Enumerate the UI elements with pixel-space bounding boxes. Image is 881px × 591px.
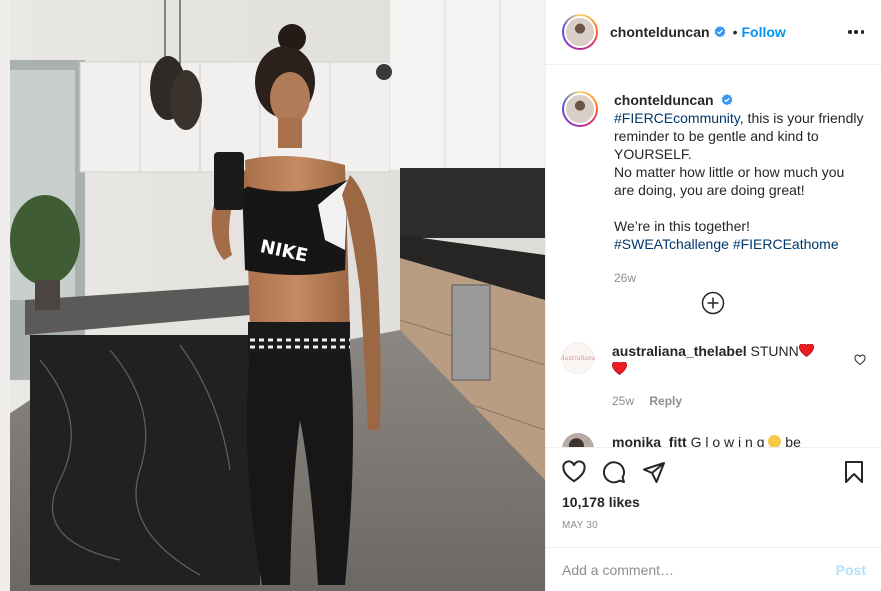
heart-eyes-emoji-icon bbox=[768, 435, 782, 447]
separator-dot: • bbox=[732, 24, 738, 40]
hashtag-fierceathome[interactable]: #FIERCEathome bbox=[733, 236, 839, 252]
bookmark-icon[interactable] bbox=[842, 460, 866, 484]
heart-icon[interactable] bbox=[562, 460, 586, 484]
caption-line-3: We’re in this together! bbox=[614, 218, 750, 234]
like-count[interactable]: 10,178 likes bbox=[562, 494, 640, 510]
comment-icon[interactable] bbox=[602, 460, 626, 484]
comments-section[interactable]: chontelduncan #FIERCEcommunity, this is … bbox=[546, 65, 881, 447]
post-actions: 10,178 likes MAY 30 bbox=[546, 447, 881, 547]
comment-text: G l o w i n g bbox=[690, 434, 765, 447]
commenter-avatar[interactable] bbox=[562, 433, 594, 447]
caption-verified-icon bbox=[722, 94, 733, 106]
comment-text-suffix: be bbox=[785, 434, 801, 447]
comment-body: australiana_thelabel STUNN 25w Reply bbox=[612, 342, 832, 410]
commenter-username[interactable]: monika_fitt bbox=[612, 434, 687, 447]
caption-avatar[interactable] bbox=[564, 93, 596, 125]
verified-badge-icon bbox=[714, 26, 725, 38]
post-photo[interactable]: NIKE bbox=[0, 0, 545, 591]
comment-timestamp[interactable]: 25w bbox=[612, 394, 634, 408]
caption-timestamp[interactable]: 26w bbox=[614, 269, 864, 287]
add-comment-input[interactable] bbox=[562, 561, 836, 578]
caption-username[interactable]: chontelduncan bbox=[614, 92, 714, 108]
more-options-icon[interactable] bbox=[848, 24, 864, 40]
commenter-avatar[interactable]: Australiana bbox=[561, 342, 596, 374]
comment-text: STUNN bbox=[750, 343, 799, 359]
author-username[interactable]: chontelduncan bbox=[610, 24, 710, 40]
hashtag-fiercecommunity[interactable]: #FIERCEcommunity bbox=[614, 110, 740, 126]
comment-body: monika_fitt G l o w i n g be bbox=[612, 433, 801, 447]
author-avatar[interactable] bbox=[564, 16, 596, 48]
hashtag-sweatchallenge[interactable]: #SWEATchallenge bbox=[614, 236, 729, 252]
comment-like-heart-icon[interactable] bbox=[854, 354, 866, 366]
post-caption: chontelduncan #FIERCEcommunity, this is … bbox=[562, 91, 866, 287]
comment-item: Australiana australiana_thelabel STUNN 2… bbox=[561, 342, 866, 410]
follow-button[interactable]: Follow bbox=[741, 24, 785, 40]
action-icons bbox=[562, 460, 666, 484]
caption-text: chontelduncan #FIERCEcommunity, this is … bbox=[614, 91, 864, 287]
commenter-username[interactable]: australiana_thelabel bbox=[612, 343, 747, 359]
post-date[interactable]: MAY 30 bbox=[562, 520, 598, 531]
caption-line-2: No matter how little or how much you are… bbox=[614, 164, 845, 198]
red-heart-emoji-icon bbox=[612, 362, 627, 375]
post-header: chontelduncan • Follow bbox=[546, 0, 881, 65]
plus-circle-icon[interactable] bbox=[701, 291, 725, 315]
reply-button[interactable]: Reply bbox=[649, 394, 682, 408]
comment-item: monika_fitt G l o w i n g be bbox=[562, 433, 866, 447]
post-comment-button[interactable]: Post bbox=[836, 562, 866, 578]
add-comment-bar: Post bbox=[546, 547, 881, 591]
caption-story-ring[interactable] bbox=[562, 91, 598, 127]
comment-meta: 25w Reply bbox=[612, 392, 832, 410]
post-side-pane: chontelduncan • Follow chontelduncan #FI… bbox=[545, 0, 881, 591]
story-ring[interactable] bbox=[562, 14, 598, 50]
share-icon[interactable] bbox=[642, 460, 666, 484]
red-heart-emoji-icon bbox=[798, 344, 814, 357]
